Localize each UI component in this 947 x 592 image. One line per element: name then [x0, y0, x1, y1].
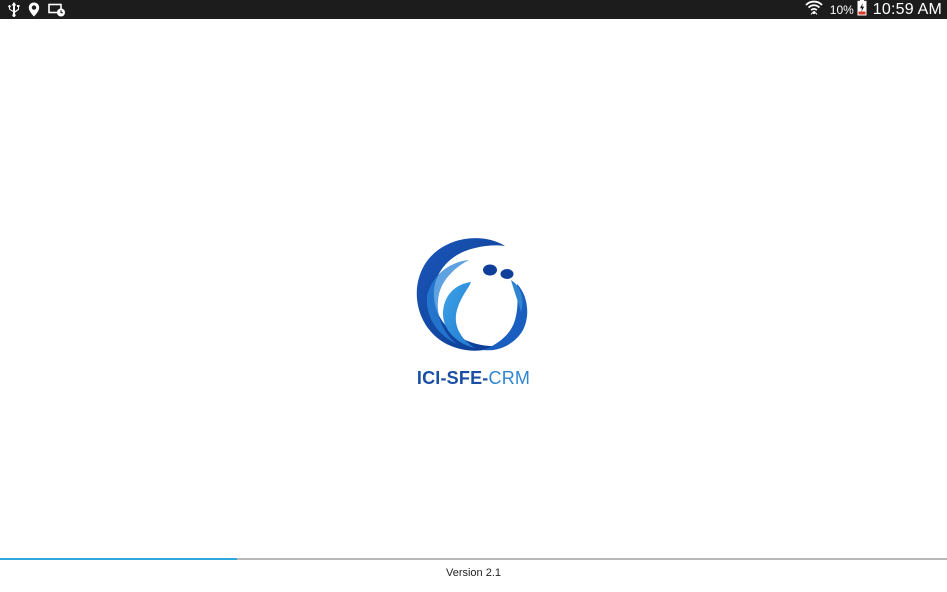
location-icon — [28, 2, 40, 17]
battery-icon — [857, 0, 867, 21]
status-bar: 10% 10:59 AM — [0, 0, 947, 19]
clock: 10:59 AM — [872, 0, 942, 18]
status-icons-left — [8, 1, 66, 18]
usb-icon — [8, 2, 20, 17]
loading-progress-bar — [0, 558, 947, 560]
cast-schedule-icon — [48, 3, 66, 17]
splash-screen: 10% 10:59 AM ICI-SFE-CRM Version 2.1 — [0, 0, 947, 592]
wifi-icon — [805, 0, 823, 20]
app-name: ICI-SFE-CRM — [0, 368, 947, 389]
app-name-suffix: CRM — [488, 368, 531, 388]
loading-progress-fill — [0, 558, 237, 560]
status-icons-right: 10% 10:59 AM — [805, 0, 942, 19]
battery-percent: 10% — [829, 2, 854, 17]
app-logo — [413, 234, 535, 354]
app-name-primary: ICI-SFE- — [416, 368, 489, 388]
version-label: Version 2.1 — [445, 567, 502, 579]
